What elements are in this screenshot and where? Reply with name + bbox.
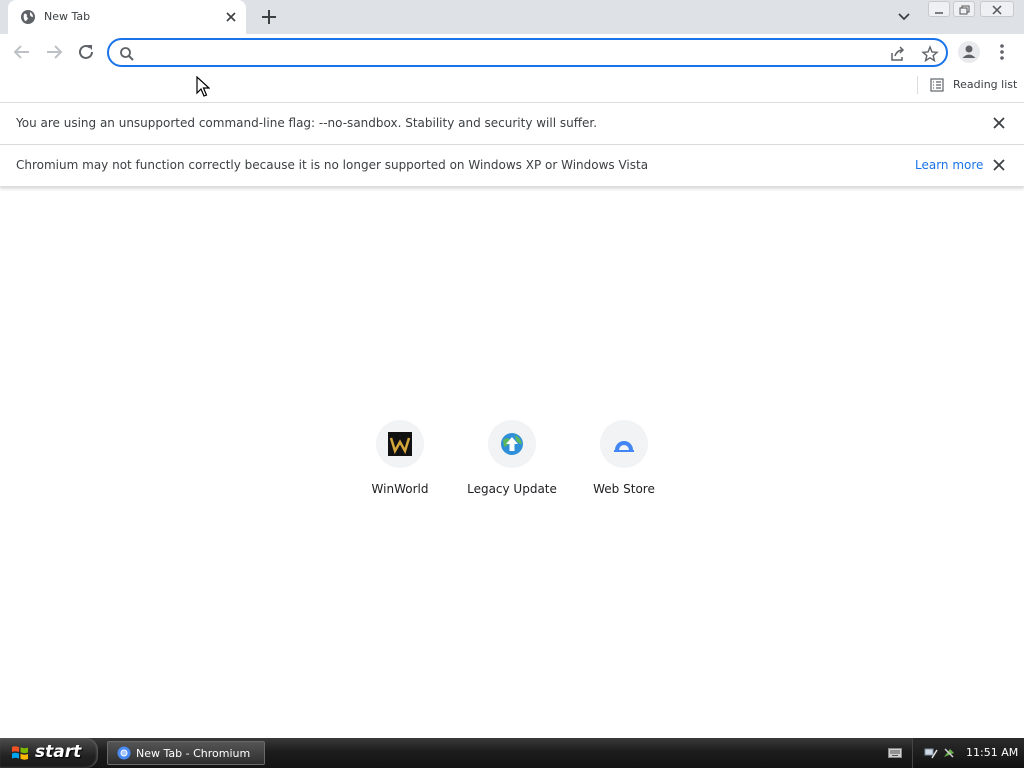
- tab-title: New Tab: [44, 10, 91, 23]
- reading-list-label: Reading list: [953, 78, 1018, 91]
- learn-more-link[interactable]: Learn more: [915, 158, 983, 172]
- window-restore-button[interactable]: [953, 1, 975, 17]
- infobar-message: Chromium may not function correctly beca…: [16, 158, 649, 172]
- bookmarks-bar: Reading list: [0, 70, 1024, 103]
- start-label: start: [35, 742, 82, 762]
- keyboard-icon[interactable]: [888, 747, 902, 759]
- reading-list-icon: [930, 78, 944, 92]
- address-input[interactable]: [143, 43, 877, 64]
- shortcut-label: WinWorld: [371, 482, 429, 496]
- person-icon: [962, 45, 976, 58]
- mouse-cursor-icon: [196, 76, 210, 97]
- shortcut-tile-web-store[interactable]: Web Store: [568, 418, 680, 508]
- clock: 11:51 AM: [966, 746, 1019, 759]
- new-tab-plus-icon[interactable]: [258, 6, 280, 28]
- window-minimize-button[interactable]: [928, 1, 950, 17]
- chromium-icon: [117, 746, 131, 760]
- share-icon[interactable]: [889, 45, 907, 63]
- windows-flag-icon: [12, 746, 28, 760]
- taskbar-item-label: New Tab - Chromium: [136, 747, 251, 760]
- close-window-icon: [992, 5, 1002, 15]
- taskbar-item-chromium[interactable]: New Tab - Chromium: [107, 741, 265, 765]
- network-tray-icon[interactable]: [923, 745, 939, 761]
- safely-remove-tray-icon[interactable]: [941, 745, 957, 761]
- address-bar[interactable]: [107, 38, 948, 67]
- forward-arrow-icon[interactable]: [42, 40, 66, 64]
- browser-toolbar: [0, 34, 1024, 70]
- shortcut-tile-legacy-update[interactable]: Legacy Update: [456, 418, 568, 508]
- infobar-message: You are using an unsupported command-lin…: [16, 116, 598, 130]
- web-store-icon: [614, 441, 634, 452]
- more-menu-icon[interactable]: [992, 41, 1012, 63]
- globe-icon: [21, 10, 35, 24]
- profile-avatar-button[interactable]: [958, 41, 980, 63]
- shortcut-label: Web Store: [593, 482, 655, 496]
- start-button[interactable]: start: [0, 738, 98, 768]
- search-icon: [120, 47, 134, 61]
- system-tray: 11:51 AM: [912, 738, 1024, 768]
- shortcut-label: Legacy Update: [467, 482, 557, 496]
- bookmarks-separator: [917, 76, 918, 94]
- minimize-icon: [935, 12, 943, 14]
- legacy-update-icon: [501, 433, 523, 455]
- shortcut-icon-container: [376, 420, 424, 468]
- tab-strip: New Tab: [0, 0, 1024, 34]
- back-arrow-icon[interactable]: [10, 40, 34, 64]
- taskbar: start New Tab - Chromium 11:51 AM: [0, 738, 1024, 768]
- shortcut-tile-winworld[interactable]: WinWorld: [344, 418, 456, 508]
- close-infobar-icon[interactable]: [991, 115, 1007, 131]
- infobar-no-sandbox: You are using an unsupported command-lin…: [0, 103, 1024, 145]
- tab-search-chevron-down-icon[interactable]: [894, 8, 914, 26]
- shortcut-icon-container: [488, 420, 536, 468]
- reload-icon[interactable]: [74, 40, 98, 64]
- close-infobar-icon[interactable]: [991, 157, 1007, 173]
- close-tab-icon[interactable]: [222, 8, 240, 26]
- restore-icon: [959, 5, 970, 15]
- tab-new-tab[interactable]: New Tab: [8, 0, 246, 34]
- infobar-unsupported-os: Chromium may not function correctly beca…: [0, 145, 1024, 187]
- winworld-logo-icon: [388, 432, 412, 456]
- window-close-button[interactable]: [980, 1, 1014, 17]
- shortcut-icon-container: [600, 420, 648, 468]
- bookmark-star-icon[interactable]: [921, 45, 939, 63]
